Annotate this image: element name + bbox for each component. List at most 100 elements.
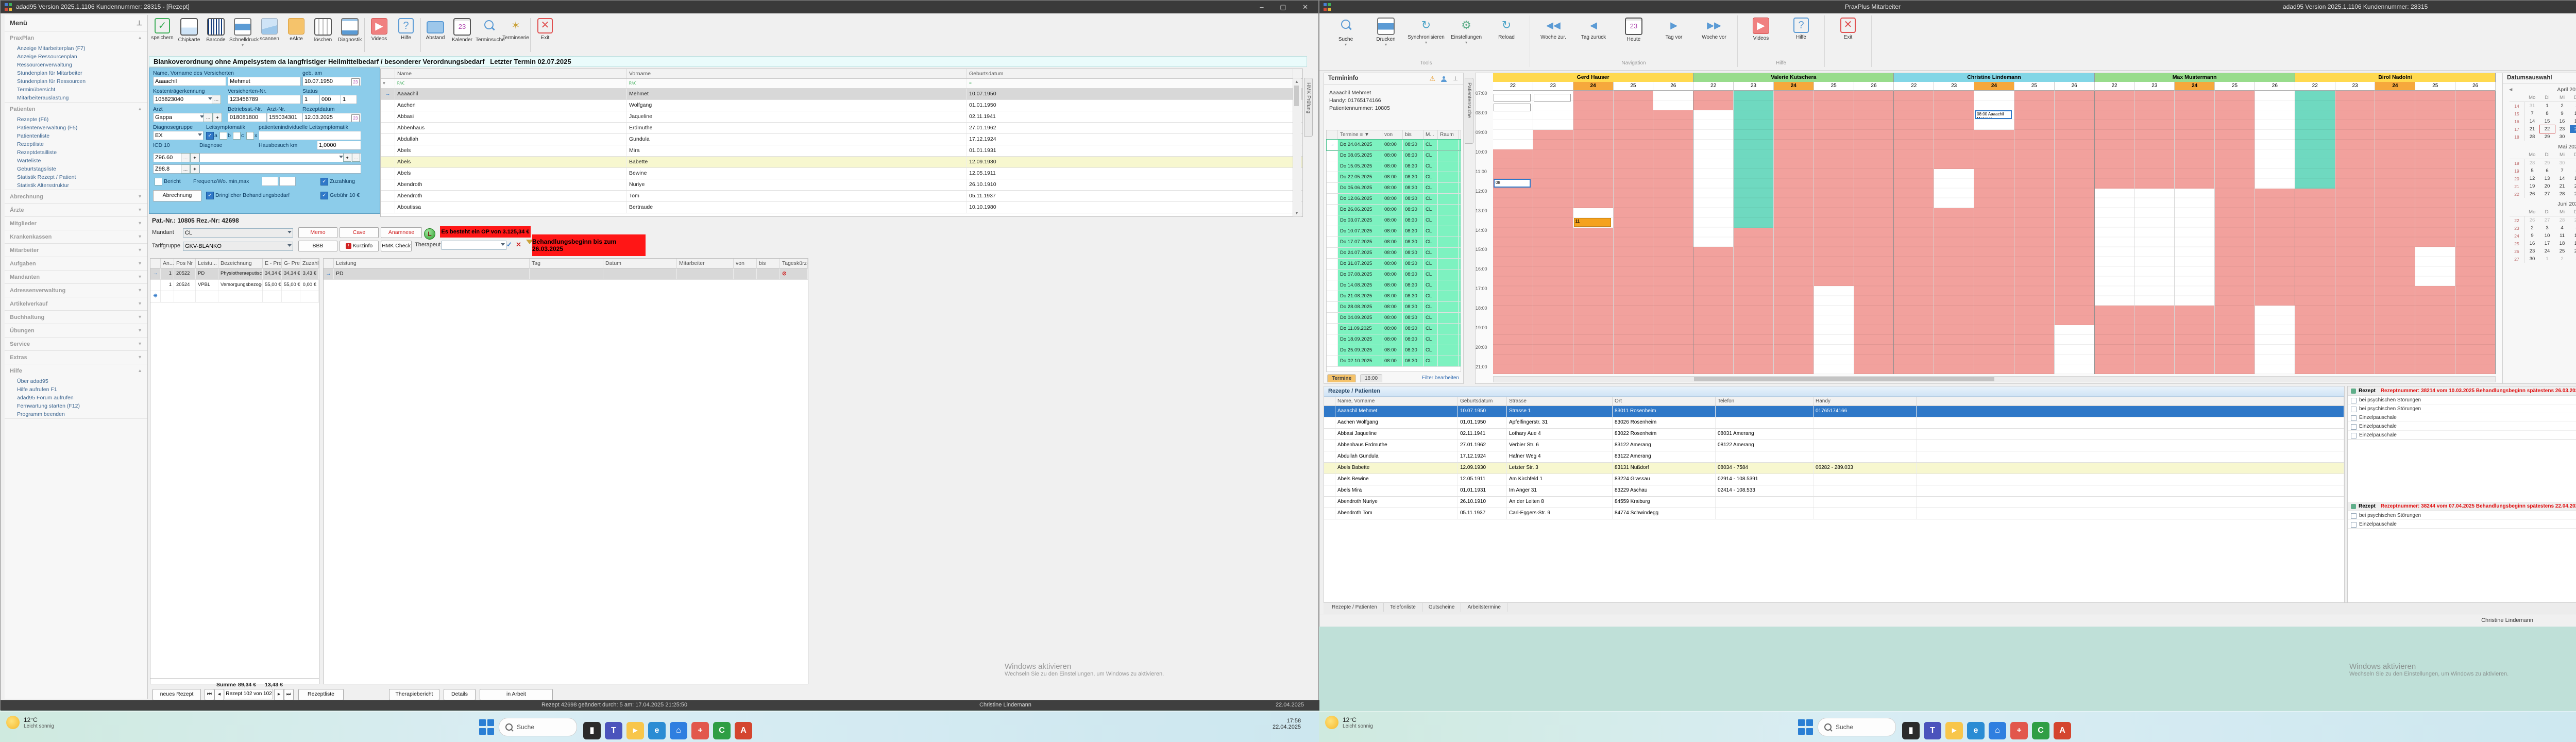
checkbox-icon[interactable] xyxy=(2351,424,2357,430)
sidebar-item[interactable]: Patientenverwaltung (F5) xyxy=(5,124,147,132)
ribbon-button[interactable]: ▶ Tag vor xyxy=(1654,15,1694,42)
filter-bearbeiten-link[interactable]: Filter bearbeiten xyxy=(1422,375,1459,381)
calendar-day[interactable]: 9 xyxy=(2555,110,2570,117)
position-row[interactable]: 1 20524 VPBL Versorgungsbezogene Pa... 5… xyxy=(150,280,319,291)
day-header[interactable]: 24 xyxy=(2375,82,2415,91)
rezept-item[interactable]: bei psychischen Störungen xyxy=(2348,511,2576,520)
termin-row[interactable]: Do 25.09.2025 08:00 08:30 CL xyxy=(1327,345,1461,356)
termin-row[interactable]: Do 02.10.2025 08:00 08:30 CL xyxy=(1327,356,1461,367)
calendar-day[interactable]: 8 xyxy=(2570,167,2576,175)
confirm-icon[interactable]: ✓ xyxy=(506,241,512,249)
checkbox-ls-a[interactable]: ✓ xyxy=(206,132,214,140)
prev-month-icon[interactable]: ◄ xyxy=(2508,87,2513,93)
sidebar-item[interactable]: adad95 Forum aufrufen xyxy=(5,394,147,402)
calendar-day[interactable]: 7 xyxy=(2555,167,2570,175)
calendar-day[interactable]: 30 xyxy=(2555,133,2570,141)
calendar-day-column[interactable] xyxy=(2455,91,2496,374)
sidebar-item[interactable]: Rezeptliste xyxy=(5,140,147,148)
calendar-day[interactable]: 3 xyxy=(2540,224,2555,232)
day-header[interactable]: 22 xyxy=(1894,82,1934,91)
sidebar-item[interactable]: Rezepte (F6) xyxy=(5,115,147,124)
bottom-tab[interactable]: Gutscheine xyxy=(1422,603,1462,612)
calendar-day-column[interactable] xyxy=(1734,91,1774,374)
field-freq-max[interactable] xyxy=(279,177,296,186)
calendar-day-column[interactable] xyxy=(2335,91,2376,374)
calendar-day-column[interactable] xyxy=(1774,91,1814,374)
checkbox-icon[interactable] xyxy=(2351,407,2357,412)
calendar-day-column[interactable] xyxy=(2095,91,2135,374)
patient-row[interactable]: Aboutissa Bertraude 10.10.1980 xyxy=(381,202,1302,213)
ribbon-button[interactable]: Suche ▾ xyxy=(1326,15,1366,47)
nav-next-button[interactable]: ▸ xyxy=(274,689,284,700)
field-diagnose2[interactable] xyxy=(199,164,361,174)
checkbox-gebuehr[interactable]: ✓ xyxy=(320,192,328,199)
calendar-day-column[interactable] xyxy=(1854,91,1894,374)
calendar-day[interactable]: 19 xyxy=(2524,182,2540,190)
appointment-chip[interactable]: 11 xyxy=(1574,218,1611,227)
ribbon-button[interactable]: ⚙ Einstellungen ▾ xyxy=(1446,15,1486,47)
remote-icon[interactable]: C xyxy=(2032,722,2049,739)
headset-icon[interactable]: A xyxy=(2054,722,2071,739)
calendar-day[interactable]: 29 xyxy=(2540,159,2555,167)
rezept-item[interactable]: Einzelpauschale xyxy=(2348,431,2576,440)
calendar-day[interactable]: 11 xyxy=(2555,232,2570,240)
ribbon-button[interactable]: ▶▶ Woche vor xyxy=(1694,15,1734,42)
toolbar-button[interactable]: ✓ speichern xyxy=(149,16,176,41)
patient-row[interactable]: Abendroth Tom 05.11.1937 xyxy=(381,191,1302,202)
weather-widget[interactable]: 12°CLeicht sonnig xyxy=(1325,716,1373,729)
termin-row[interactable]: Do 08.05.2025 08:00 08:30 CL xyxy=(1327,150,1461,161)
kurzinfo-button[interactable]: !Kurzinfo xyxy=(340,241,379,251)
checkbox-icon[interactable] xyxy=(2351,415,2357,421)
calendar-day-column[interactable] xyxy=(1934,91,1974,374)
start-button[interactable] xyxy=(479,719,495,735)
checkbox-zuzahlung[interactable]: ✓ xyxy=(320,178,328,185)
toolbar-button[interactable]: Barcode xyxy=(202,16,229,43)
termine-header[interactable]: Termine ≡ ▼ von bis M... Raum xyxy=(1327,130,1461,140)
teams-icon[interactable]: T xyxy=(605,722,622,739)
dropdown-icon[interactable] xyxy=(339,156,343,158)
field-vorname[interactable]: Mehmet xyxy=(228,77,301,86)
field-diagnose1[interactable]: +… xyxy=(199,153,361,162)
patient-row[interactable]: Abendroth Nuriye 26.10.1910 xyxy=(381,179,1302,191)
toolbar-button[interactable]: Diagnostik xyxy=(336,16,363,43)
calendar-day[interactable]: 24 xyxy=(2570,125,2576,133)
sidebar-item[interactable]: Mitarbeiterauslastung xyxy=(5,94,147,102)
field-betriebsst[interactable]: 018081800 xyxy=(228,113,267,122)
bottom-tab[interactable]: Arbeitstermine xyxy=(1461,603,1507,612)
window-controls[interactable]: – ▢ ✕ xyxy=(1260,1,1315,13)
sidebar-section-header[interactable]: Aufgaben▼ xyxy=(5,257,147,270)
taskbar-clock[interactable]: 17:5822.04.2025 xyxy=(1273,718,1301,730)
phone-icon[interactable]: ▮ xyxy=(583,722,601,739)
ribbon-button[interactable]: ◀ Tag zurück xyxy=(1573,15,1614,42)
rezept-item[interactable]: Einzelpauschale xyxy=(2348,422,2576,431)
cave-button[interactable]: Cave xyxy=(340,227,379,238)
headset-icon[interactable]: A xyxy=(735,722,752,739)
day-header[interactable]: 26 xyxy=(2455,82,2496,91)
checkbox-ls-c[interactable] xyxy=(233,132,241,140)
toolbar-button[interactable]: Abstand xyxy=(422,16,449,41)
arzt-more-button[interactable]: … xyxy=(204,113,213,122)
edge-icon[interactable]: e xyxy=(1967,722,1985,739)
patients-panel-row[interactable]: Abbenhaus Erdmuthe 27.01.1962 Verbier St… xyxy=(1324,440,2344,451)
calendar-day-column[interactable] xyxy=(1533,91,1573,374)
appointment-chip[interactable] xyxy=(1534,94,1571,102)
search-box[interactable]: Suche xyxy=(1818,718,1896,736)
ribbon-button[interactable]: ▶ Videos xyxy=(1741,15,1781,41)
memo-button[interactable]: Memo xyxy=(298,227,337,238)
termin-row[interactable]: Do 28.08.2025 08:00 08:30 CL xyxy=(1327,302,1461,313)
schedule-row[interactable]: → PD ⊘ xyxy=(324,268,808,280)
calendar-day-column[interactable] xyxy=(2134,91,2175,374)
calendar-day[interactable]: 17 xyxy=(2540,240,2555,247)
neues-rezept-button[interactable]: neues Rezept xyxy=(152,689,201,700)
calendar-day-column[interactable] xyxy=(1693,91,1734,374)
toolbar-button[interactable]: Chipkarte xyxy=(176,16,202,43)
sidebar-section-header[interactable]: Ärzte▼ xyxy=(5,204,147,216)
termin-row[interactable]: Do 14.08.2025 08:00 08:30 CL xyxy=(1327,280,1461,291)
rezept-item[interactable]: bei psychischen Störungen xyxy=(2348,404,2576,413)
schedule-header[interactable]: Leistung Tag Datum Mitarbeiter von bis T… xyxy=(324,259,808,268)
day-header[interactable]: 26 xyxy=(2055,82,2095,91)
checkbox-icon[interactable] xyxy=(2351,398,2357,403)
calendar-picker-icon[interactable]: 23 xyxy=(351,114,360,122)
day-header[interactable]: 25 xyxy=(1814,82,1854,91)
therapist-header[interactable]: Max Mustermann xyxy=(2095,73,2295,82)
